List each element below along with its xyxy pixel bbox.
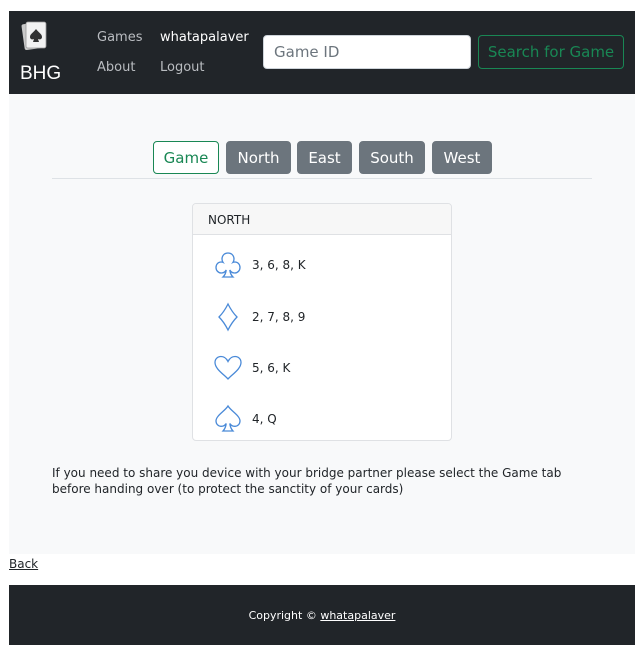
- club-icon: [215, 252, 241, 278]
- copyright: Copyright © whatapalaver: [9, 609, 635, 622]
- back-link[interactable]: Back: [9, 557, 38, 571]
- spades-cards: 4, Q: [252, 412, 277, 426]
- tab-east[interactable]: East: [297, 141, 352, 174]
- search-for-game-button[interactable]: Search for Game: [478, 35, 624, 69]
- nav-logout-link[interactable]: Logout: [160, 60, 205, 75]
- author-link[interactable]: whatapalaver: [320, 609, 395, 622]
- hand-card-header: NORTH: [193, 204, 451, 235]
- nav-about-link[interactable]: About: [97, 60, 135, 75]
- tab-game[interactable]: Game: [153, 141, 219, 174]
- spade-icon: [215, 404, 241, 432]
- share-device-notice: If you need to share you device with you…: [52, 466, 562, 496]
- hearts-cards: 5, 6, K: [252, 361, 291, 375]
- navbar: BHG Games whatapalaver About Logout Sear…: [9, 11, 635, 94]
- brand-logo-icon[interactable]: [20, 21, 48, 51]
- suit-row-clubs: 3, 6, 8, K: [212, 249, 306, 281]
- tab-west[interactable]: West: [432, 141, 492, 174]
- copyright-text: Copyright ©: [248, 609, 317, 622]
- hand-card: NORTH 3, 6, 8, K 2, 7, 8, 9 5, 6, K 4, Q: [192, 203, 452, 441]
- nav-user-link[interactable]: whatapalaver: [160, 30, 249, 45]
- nav-games-link[interactable]: Games: [97, 30, 142, 45]
- footer: Copyright © whatapalaver: [9, 585, 635, 645]
- suit-row-hearts: 5, 6, K: [212, 352, 290, 384]
- main-content: Game North East South West NORTH 3, 6, 8…: [9, 94, 635, 554]
- tab-north[interactable]: North: [226, 141, 291, 174]
- suit-row-spades: 4, Q: [212, 403, 277, 435]
- suit-row-diamonds: 2, 7, 8, 9: [212, 301, 305, 333]
- tab-divider: [52, 178, 592, 179]
- brand-name[interactable]: BHG: [20, 63, 61, 85]
- diamonds-cards: 2, 7, 8, 9: [252, 310, 306, 324]
- diamond-icon: [218, 302, 238, 332]
- clubs-cards: 3, 6, 8, K: [252, 258, 306, 272]
- heart-icon: [214, 355, 242, 380]
- tab-south[interactable]: South: [359, 141, 425, 174]
- game-id-search-input[interactable]: [263, 35, 471, 69]
